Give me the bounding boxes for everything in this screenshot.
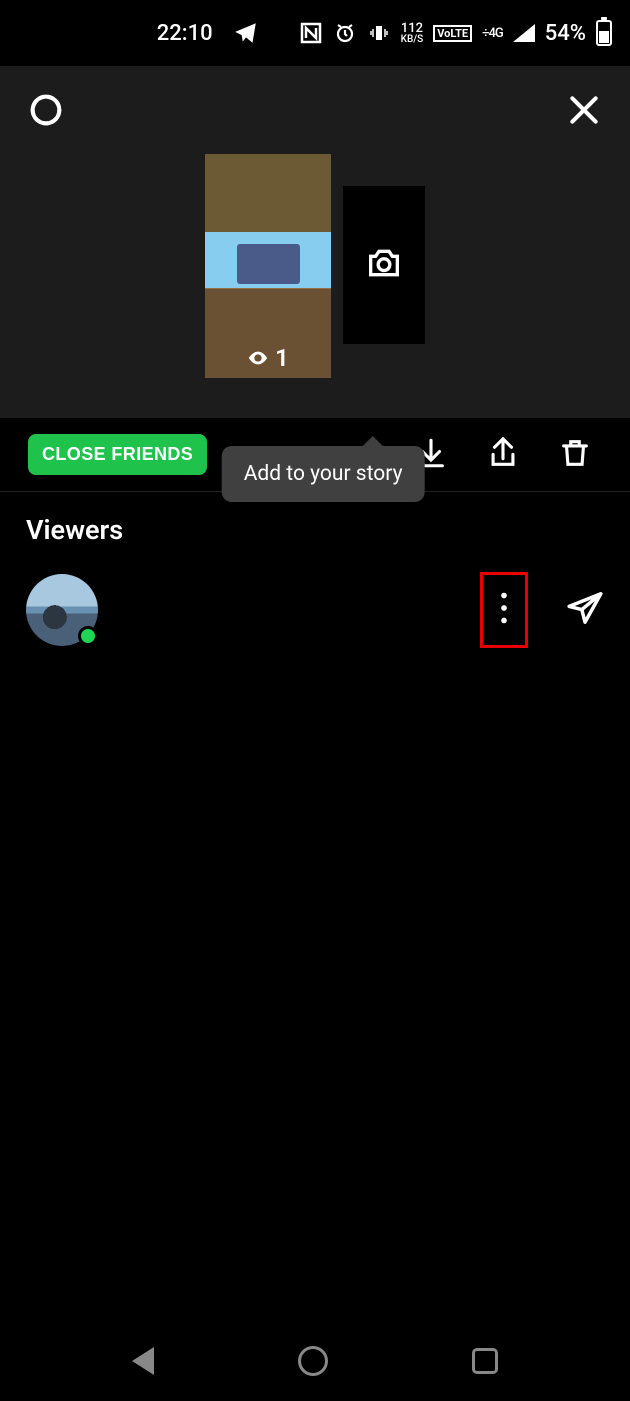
add-story-tooltip: Add to your story	[222, 446, 425, 502]
close-friends-button[interactable]: CLOSE FRIENDS	[28, 434, 207, 475]
battery-icon	[596, 20, 612, 46]
nav-back-button[interactable]	[132, 1347, 154, 1375]
viewer-row	[26, 572, 604, 648]
add-story-tile[interactable]	[343, 186, 425, 344]
camera-icon	[364, 243, 404, 287]
telegram-icon	[233, 20, 259, 46]
data-gen: ÷4G	[482, 26, 503, 41]
nav-recents-button[interactable]	[472, 1348, 498, 1374]
story-preview-area: 1 Add to your story	[0, 66, 630, 418]
battery-percentage: 54%	[545, 21, 586, 46]
nfc-icon	[299, 21, 323, 45]
current-story-thumbnail[interactable]: 1	[205, 154, 331, 378]
network-speed: 112KB/S	[401, 22, 424, 45]
alarm-icon	[333, 21, 357, 45]
send-message-icon[interactable]	[566, 589, 604, 631]
android-nav-bar	[0, 1321, 630, 1401]
volte-icon: VoLTE	[433, 25, 472, 42]
more-options-button[interactable]	[480, 572, 528, 648]
more-vertical-icon	[493, 591, 515, 625]
presence-dot	[78, 626, 98, 646]
trash-icon[interactable]	[558, 436, 592, 474]
viewers-section: Viewers	[0, 492, 630, 670]
android-status-bar: 22:10 112KB/S VoLTE ÷4G 54%	[0, 0, 630, 66]
story-view-count: 1	[205, 344, 331, 372]
vibrate-icon	[367, 21, 391, 45]
share-icon[interactable]	[486, 436, 520, 474]
settings-icon[interactable]	[26, 90, 66, 134]
signal-icon	[513, 24, 535, 42]
viewer-avatar[interactable]	[26, 574, 98, 646]
close-icon[interactable]	[564, 90, 604, 134]
nav-home-button[interactable]	[298, 1346, 328, 1376]
status-time: 22:10	[157, 21, 213, 46]
viewers-heading: Viewers	[26, 514, 604, 546]
